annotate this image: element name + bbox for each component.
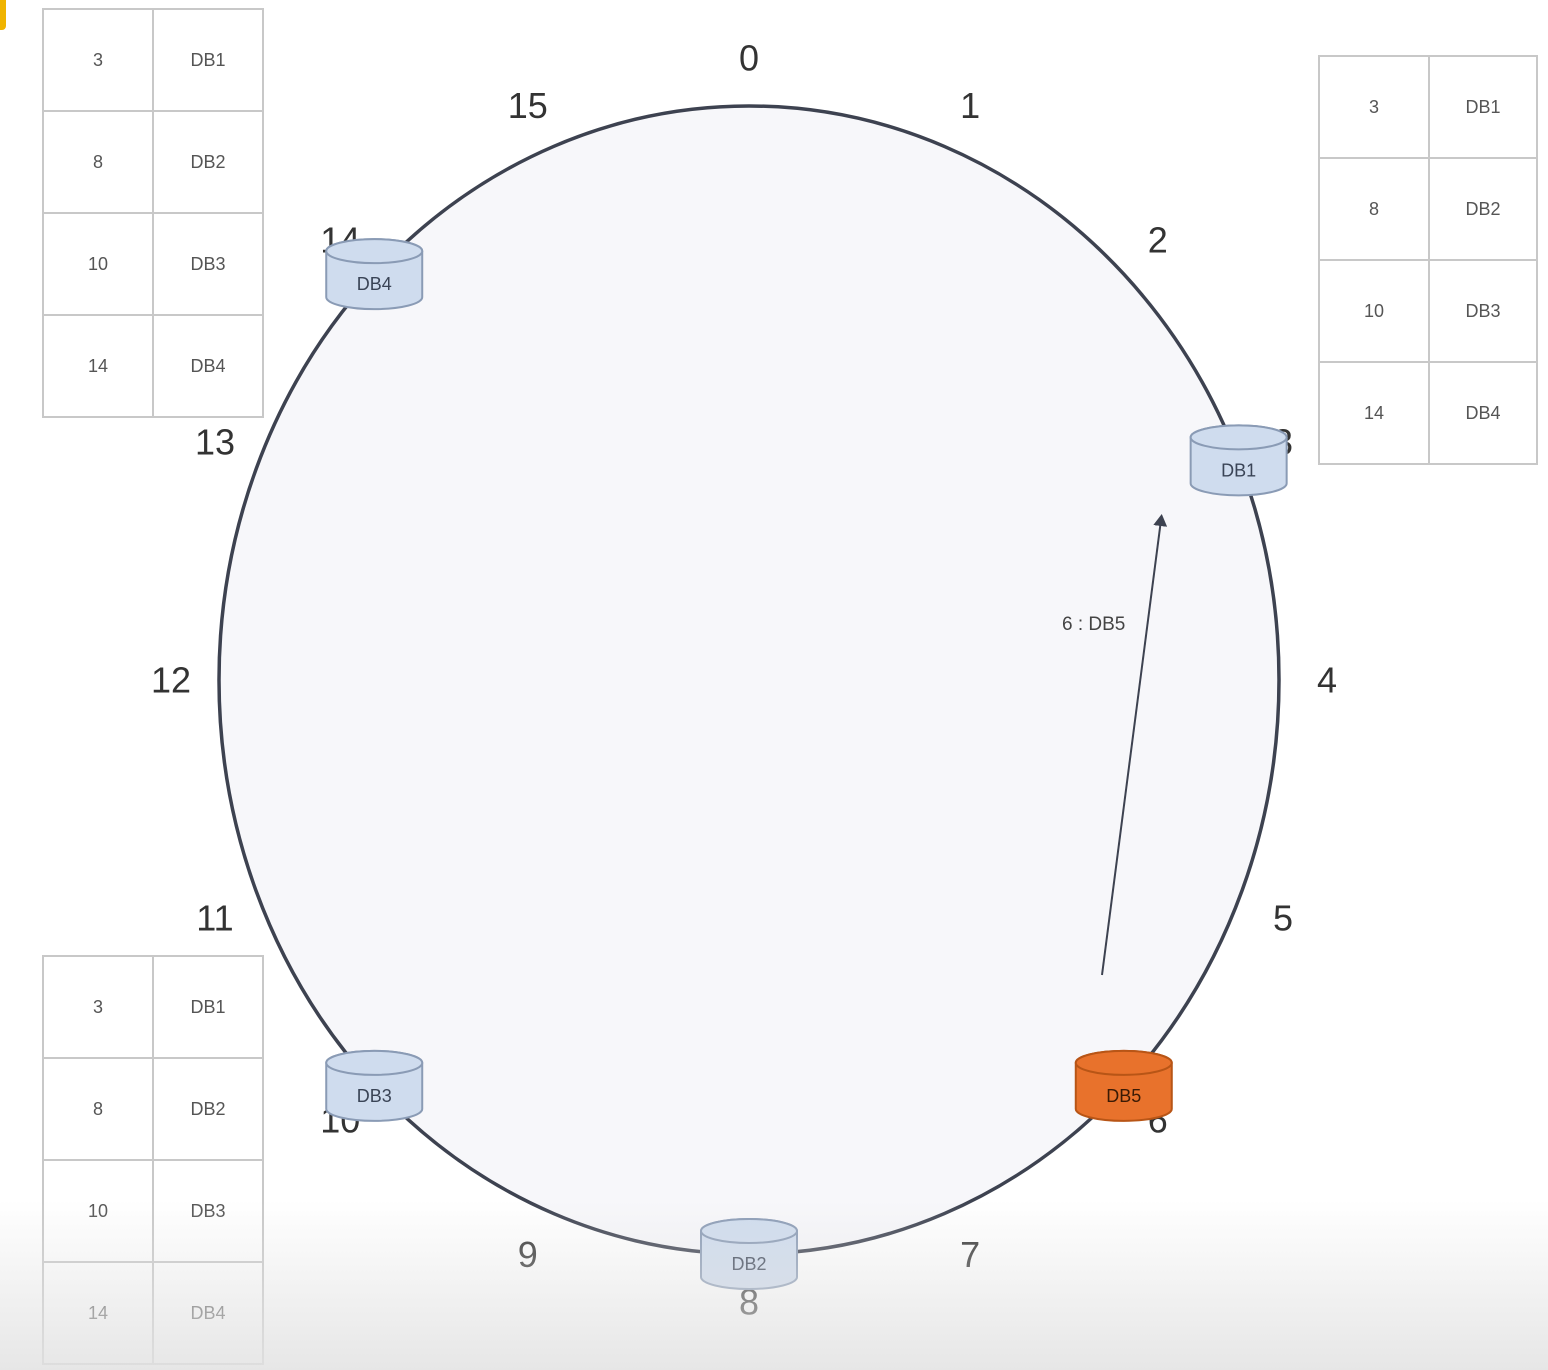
cylinder-top xyxy=(1074,1049,1173,1076)
ring-position-label: 1 xyxy=(960,85,980,126)
table-row: 14 DB4 xyxy=(42,1261,264,1365)
ring-position-label: 12 xyxy=(151,660,191,701)
table-cell-node: DB3 xyxy=(152,212,264,316)
ring-position-label: 11 xyxy=(196,898,233,939)
ring-position-label: 9 xyxy=(518,1234,538,1275)
table-cell-node: DB2 xyxy=(152,1057,264,1161)
table-row: 14 DB4 xyxy=(42,314,264,418)
database-node-db1: DB1 xyxy=(1189,424,1288,497)
ring-position-label: 2 xyxy=(1148,220,1168,261)
cylinder-top xyxy=(1189,424,1288,451)
table-cell-position: 14 xyxy=(42,314,154,418)
table-row: 10 DB3 xyxy=(1318,259,1538,363)
table-row: 10 DB3 xyxy=(42,1159,264,1263)
arrow-label: 6 : DB5 xyxy=(1062,614,1125,635)
table-cell-position: 8 xyxy=(42,110,154,214)
table-cell-position: 14 xyxy=(1318,361,1430,465)
table-cell-position: 3 xyxy=(42,955,154,1059)
ring-position-label: 0 xyxy=(739,38,759,79)
table-cell-node: DB3 xyxy=(152,1159,264,1263)
database-node-label: DB1 xyxy=(1221,460,1256,480)
table-row: 8 DB2 xyxy=(1318,157,1538,261)
table-cell-position: 14 xyxy=(42,1261,154,1365)
table-cell-node: DB1 xyxy=(1428,55,1538,159)
database-node-label: DB5 xyxy=(1106,1086,1141,1106)
table-row: 3 DB1 xyxy=(42,955,264,1059)
table-cell-node: DB4 xyxy=(152,1261,264,1365)
database-node-db5: DB5 xyxy=(1074,1049,1173,1122)
table-cell-node: DB3 xyxy=(1428,259,1538,363)
table-row: 10 DB3 xyxy=(42,212,264,316)
table-cell-node: DB4 xyxy=(1428,361,1538,465)
cylinder-top xyxy=(325,1049,424,1076)
database-node-label: DB3 xyxy=(357,1086,392,1106)
table-row: 14 DB4 xyxy=(1318,361,1538,465)
table-cell-position: 3 xyxy=(1318,55,1430,159)
lookup-table-bottom-left: 3 DB1 8 DB2 10 DB3 14 DB4 xyxy=(42,955,264,1365)
table-cell-position: 8 xyxy=(42,1057,154,1161)
table-cell-position: 8 xyxy=(1318,157,1430,261)
cylinder-top xyxy=(700,1218,798,1244)
table-cell-node: DB2 xyxy=(152,110,264,214)
table-row: 8 DB2 xyxy=(42,1057,264,1161)
database-node-label: DB4 xyxy=(357,274,392,294)
lookup-table-top-right: 3 DB1 8 DB2 10 DB3 14 DB4 xyxy=(1318,55,1538,465)
table-cell-position: 3 xyxy=(42,8,154,112)
ring-position-label: 5 xyxy=(1273,898,1293,939)
database-node-db3: DB3 xyxy=(325,1049,424,1122)
table-cell-node: DB1 xyxy=(152,955,264,1059)
ring-position-label: 15 xyxy=(508,85,548,126)
table-row: 3 DB1 xyxy=(42,8,264,112)
table-cell-position: 10 xyxy=(42,1159,154,1263)
ring-position-label: 13 xyxy=(195,421,235,462)
table-cell-position: 10 xyxy=(1318,259,1430,363)
table-cell-node: DB2 xyxy=(1428,157,1538,261)
table-row: 3 DB1 xyxy=(1318,55,1538,159)
table-cell-node: DB1 xyxy=(152,8,264,112)
lookup-table-top-left: 3 DB1 8 DB2 10 DB3 14 DB4 xyxy=(42,8,264,418)
database-node-db2: DB2 xyxy=(700,1218,798,1290)
database-node-db4: DB4 xyxy=(325,238,424,311)
ring-position-label: 4 xyxy=(1317,660,1337,701)
database-node-label: DB2 xyxy=(731,1254,766,1274)
ring-position-label: 7 xyxy=(960,1234,980,1275)
table-cell-position: 10 xyxy=(42,212,154,316)
table-row: 8 DB2 xyxy=(42,110,264,214)
table-cell-node: DB4 xyxy=(152,314,264,418)
cylinder-top xyxy=(325,238,424,265)
